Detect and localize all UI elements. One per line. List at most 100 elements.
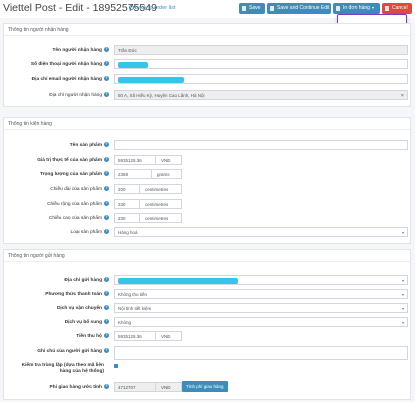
recipient-address-label: Địa chỉ người nhận hàng? — [49, 92, 109, 98]
print-order-label: In đơn hàng — [343, 5, 370, 11]
label-text: Chiều rộng của sản phẩm — [47, 201, 102, 207]
help-icon[interactable]: ? — [104, 348, 109, 353]
print-icon — [336, 6, 340, 11]
duplicate-check-label: Kiểm tra trùng lặp (dựa theo mã liên hàn… — [21, 363, 104, 374]
sender-panel-title: Thông tin người gửi hàng — [8, 253, 65, 259]
help-icon[interactable]: ? — [104, 305, 109, 310]
sender-note-textarea[interactable] — [114, 346, 408, 360]
chevron-down-icon — [402, 279, 404, 282]
label-text: Phí giao hàng ước tính — [49, 384, 102, 390]
shipping-service-value: Nội tỉnh tiết kiệm — [118, 306, 152, 311]
help-icon[interactable]: ? — [104, 157, 109, 162]
product-weight-input[interactable]: 2368 — [114, 169, 152, 179]
address-value: 50 A, Xã Hiếu Kỳ, Huyện Cao Lãnh, Hà Nội — [118, 93, 205, 98]
shipping-service-select[interactable]: Nội tỉnh tiết kiệm — [114, 303, 408, 313]
label-text: Tên người nhận hàng — [52, 47, 102, 53]
chevron-down-icon — [402, 231, 404, 234]
cancel-button[interactable]: Cancel — [382, 3, 412, 14]
panel-header: Thông tin người gửi hàng — [4, 250, 410, 262]
label-text: Dịch vụ vận chuyển — [56, 305, 102, 311]
product-type-label: Loại sản phẩm? — [71, 229, 109, 235]
help-icon[interactable]: ? — [104, 47, 109, 52]
save-button-label: Save — [249, 5, 261, 11]
help-icon[interactable]: ? — [104, 291, 109, 296]
label-text: Tiền thu hộ — [76, 333, 102, 339]
product-panel: Thông tin kiện hàng Tên sản phẩm? Giá tr… — [3, 117, 411, 244]
recipient-name-input[interactable]: Trần Đức — [114, 45, 408, 55]
label-text: Địa chỉ gửi hàng — [64, 277, 102, 283]
help-icon[interactable]: ? — [104, 319, 109, 324]
recipient-phone-input[interactable] — [114, 59, 408, 69]
price-unit: VNĐ — [156, 155, 182, 165]
sender-panel: Thông tin người gửi hàng Địa chỉ gửi hàn… — [3, 249, 411, 400]
product-type-select[interactable]: Hàng hoá — [114, 227, 408, 237]
product-panel-title: Thông tin kiện hàng — [8, 121, 52, 127]
cancel-button-label: Cancel — [392, 5, 408, 11]
product-height-input[interactable]: 230 — [114, 213, 140, 223]
print-order-button[interactable]: In đơn hàng — [333, 3, 380, 14]
clear-icon[interactable]: × — [401, 92, 404, 99]
height-unit: centimetres — [140, 213, 182, 223]
extra-service-select[interactable]: Không — [114, 317, 408, 327]
help-icon[interactable]: ? — [104, 142, 109, 147]
help-icon[interactable]: ? — [104, 384, 109, 389]
payment-method-value: Không thu tiền — [118, 292, 148, 297]
chevron-down-icon — [402, 307, 404, 310]
label-text: Số điện thoại người nhận hàng — [30, 61, 102, 67]
label-text: Ghi chú của người gửi hàng — [37, 348, 102, 354]
label-text: Dịch vụ bổ sung — [64, 319, 102, 325]
save-continue-label: Save and Continue Edit — [277, 5, 330, 11]
pickup-address-select[interactable] — [114, 275, 408, 285]
redacted-email — [118, 77, 184, 83]
label-text: Chiều dài của sản phẩm — [50, 186, 102, 192]
help-icon[interactable]: ? — [104, 229, 109, 234]
weight-unit: grams — [152, 169, 182, 179]
product-height-label: Chiều cao của sản phẩm? — [49, 215, 109, 221]
help-icon[interactable]: ? — [104, 76, 109, 81]
chevron-down-icon — [402, 321, 404, 324]
fee-unit: VNĐ — [156, 382, 182, 392]
back-to-order-list-link[interactable]: back to order list — [129, 5, 175, 11]
help-icon[interactable]: ? — [104, 277, 109, 282]
help-icon[interactable]: ? — [104, 61, 109, 66]
label-text: Trọng lượng của sản phẩm — [39, 171, 102, 177]
product-length-input[interactable]: 200 — [114, 184, 140, 194]
help-icon[interactable]: ? — [104, 171, 109, 176]
calculate-fee-button[interactable]: Tính phí giao hàng — [182, 381, 228, 392]
shipping-service-label: Dịch vụ vận chuyển? — [57, 305, 109, 311]
recipient-email-label: Địa chỉ email người nhận hàng? — [32, 76, 109, 82]
product-name-label: Tên sản phẩm? — [70, 142, 109, 148]
chevron-down-icon — [371, 6, 374, 9]
save-button[interactable]: Save — [239, 3, 265, 14]
label-text: Loại sản phẩm — [70, 229, 102, 235]
pickup-address-label: Địa chỉ gửi hàng? — [64, 277, 109, 283]
recipient-panel-title: Thông tin người nhận hàng — [8, 27, 69, 33]
help-icon[interactable]: ? — [104, 186, 109, 191]
help-icon[interactable]: ? — [104, 92, 109, 97]
duplicate-check-checkbox[interactable] — [114, 364, 118, 368]
panel-header: Thông tin người nhận hàng — [4, 24, 410, 36]
sender-note-label: Ghi chú của người gửi hàng? — [37, 348, 109, 354]
label-text: Địa chỉ người nhận hàng — [49, 92, 102, 98]
product-length-label: Chiều dài của sản phẩm? — [50, 186, 109, 192]
chevron-down-icon — [402, 293, 404, 296]
product-width-input[interactable]: 230 — [114, 199, 140, 209]
help-icon[interactable]: ? — [104, 333, 109, 338]
cod-amount-input[interactable]: 5935125.36 — [114, 331, 156, 341]
help-icon[interactable]: ? — [104, 215, 109, 220]
floppy-icon — [270, 6, 274, 11]
recipient-address-select[interactable]: 50 A, Xã Hiếu Kỳ, Huyện Cao Lãnh, Hà Nội… — [114, 90, 408, 100]
product-name-input[interactable] — [114, 140, 408, 150]
extra-service-label: Dịch vụ bổ sung? — [65, 319, 109, 325]
save-continue-button[interactable]: Save and Continue Edit — [267, 3, 331, 14]
redacted-pickup-address — [118, 278, 238, 284]
estimated-fee-label: Phí giao hàng ước tính? — [50, 384, 109, 390]
recipient-email-input[interactable] — [114, 74, 408, 84]
floppy-icon — [242, 6, 246, 11]
help-icon[interactable]: ? — [104, 201, 109, 206]
label-text: Phương thức thanh toán — [45, 291, 102, 297]
cod-unit: VNĐ — [156, 331, 182, 341]
extra-service-value: Không — [118, 320, 132, 325]
product-price-input[interactable]: 5935125.36 — [114, 155, 156, 165]
payment-method-select[interactable]: Không thu tiền — [114, 289, 408, 299]
